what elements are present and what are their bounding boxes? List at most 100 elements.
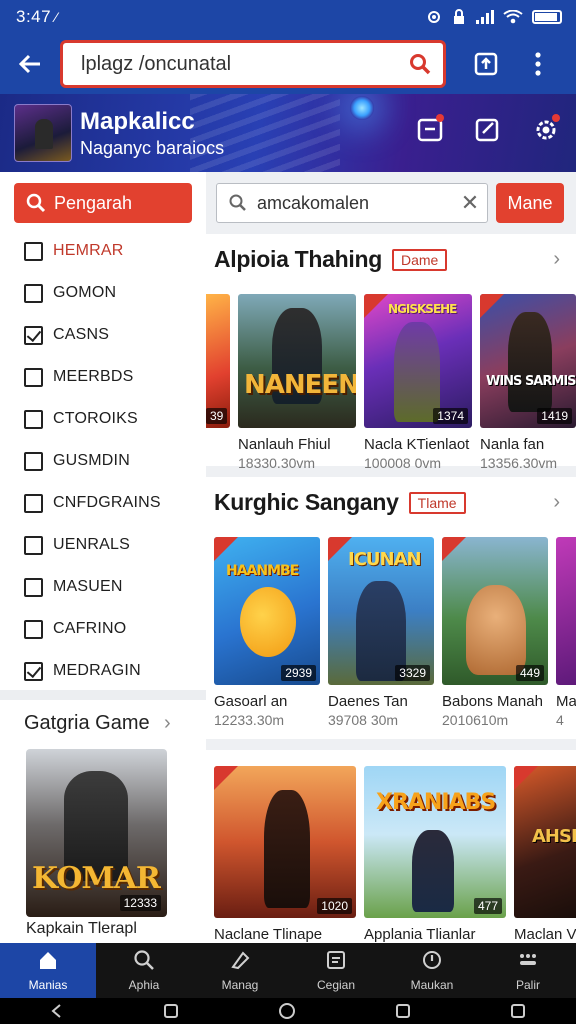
edit-button[interactable]	[468, 110, 508, 150]
game-logo: WINS SARMIS	[486, 374, 576, 389]
search-icon[interactable]	[409, 53, 431, 75]
card-meta: 2010610m	[442, 712, 509, 728]
filter-checkbox-item[interactable]: MEERBDS	[24, 356, 161, 398]
status-time-suffix: ⁄	[55, 9, 58, 25]
checkbox-label: MASUEN	[53, 578, 123, 595]
system-back-icon[interactable]	[50, 1003, 64, 1019]
notification-button[interactable]	[410, 110, 450, 150]
nav-item[interactable]: Manag	[192, 943, 288, 998]
character-figure	[240, 587, 296, 657]
nav-item[interactable]: Cegian	[288, 943, 384, 998]
more-menu-button[interactable]	[512, 34, 564, 94]
nav-item[interactable]: Palir	[480, 943, 576, 998]
game-card[interactable]: NANEEN Nanlauh Fhiul 18330.30vm	[238, 294, 356, 471]
section-tag[interactable]: Tlame	[408, 491, 466, 514]
nav-item[interactable]: Aphia	[96, 943, 192, 998]
filter-checkbox-item[interactable]: MASUEN	[24, 566, 161, 608]
filter-checkbox-item[interactable]: CASNS	[24, 314, 161, 356]
filter-checkbox-item[interactable]: HEMRAR	[24, 230, 161, 272]
filter-button-label: Pengarah	[54, 192, 133, 213]
back-button[interactable]	[0, 34, 60, 94]
checkbox-label: CAFRINO	[53, 620, 127, 637]
checkbox[interactable]	[24, 535, 43, 555]
game-card[interactable]: HAANMBE 2939 Gasoarl an 12233.30m	[214, 537, 320, 728]
card-meta: 39708 30m	[328, 712, 399, 728]
url-field[interactable]: lplagz /oncunatal	[60, 40, 446, 88]
clear-icon[interactable]: ✕	[453, 190, 487, 216]
card-meta: 100008 0vm	[364, 455, 442, 471]
hero-glow	[350, 96, 374, 120]
filter-checkbox-item[interactable]: CTOROIKS	[24, 398, 161, 440]
filter-checkbox-item[interactable]: UENRALS	[24, 524, 161, 566]
filter-checkbox-item[interactable]: MEDRAGIN	[24, 650, 161, 692]
card-badge: 12333	[119, 895, 161, 911]
filter-checkbox-item[interactable]: CAFRINO	[24, 608, 161, 650]
filter-checkbox-item[interactable]: GOMON	[24, 272, 161, 314]
system-square-icon[interactable]	[163, 1003, 179, 1019]
settings-dot	[552, 114, 560, 122]
game-card[interactable]: 1020 Naclane Tlinape	[214, 766, 356, 943]
chevron-right-icon[interactable]: ›	[164, 712, 171, 735]
chevron-right-icon[interactable]: ›	[553, 491, 560, 514]
hero-thumbnail[interactable]	[14, 104, 72, 162]
chevron-right-icon[interactable]: ›	[553, 248, 560, 271]
system-home-icon[interactable]	[278, 1002, 296, 1020]
main-content: amcakomalen ✕ Mane Alpioia Thahing Dame …	[206, 172, 576, 943]
filter-checkbox-list: HEMRAR GOMON CASNS MEERBDS CTOROIKS GUSMDIN CN…	[24, 230, 161, 692]
system-recents-icon[interactable]	[510, 1003, 526, 1019]
game-card[interactable]: AHSE Maclan V	[514, 766, 576, 943]
checkbox[interactable]	[24, 241, 43, 261]
game-card[interactable]: NGISKSEHE 1374 Nacla KTienlaot 100008 0v…	[364, 294, 472, 471]
filter-button[interactable]: Pengarah	[14, 183, 192, 223]
settings-button[interactable]	[526, 110, 566, 150]
system-square-icon[interactable]	[395, 1003, 411, 1019]
card-art: AHSE	[514, 766, 576, 918]
checkbox[interactable]	[24, 367, 43, 387]
checkbox[interactable]	[24, 283, 43, 303]
signal-icon	[476, 10, 494, 24]
card-art: NGISKSEHE 1374	[364, 294, 472, 428]
nav-item[interactable]: Maukan	[384, 943, 480, 998]
search-icon	[133, 949, 155, 974]
search-icon	[26, 193, 46, 213]
more-vertical-icon	[535, 52, 541, 76]
checkbox-checked[interactable]	[24, 325, 43, 345]
checkbox[interactable]	[24, 577, 43, 597]
bottom-navigation: Manias Aphia Manag Cegian Maukan Palir	[0, 943, 576, 998]
card-art: 449	[442, 537, 548, 685]
game-logo: NGISKSEHE	[388, 302, 457, 316]
game-card[interactable]: XRANIABS 477 Applania Tlianlar	[364, 766, 506, 943]
card-badge: 1374	[433, 408, 468, 424]
nav-item-label: Manias	[28, 978, 68, 992]
share-button[interactable]	[460, 34, 512, 94]
checkbox-checked[interactable]	[24, 661, 43, 681]
character-figure	[264, 790, 310, 908]
game-card[interactable]: Ma 4	[556, 537, 576, 728]
game-card[interactable]: 39	[206, 294, 230, 428]
checkbox[interactable]	[24, 409, 43, 429]
checkbox[interactable]	[24, 451, 43, 471]
game-card[interactable]: 449 Babons Manah 2010610m	[442, 537, 548, 728]
share-icon	[474, 52, 498, 76]
card-meta: 13356.30vm	[480, 455, 558, 471]
list-icon	[325, 949, 347, 974]
status-icons	[426, 9, 562, 25]
search-input[interactable]: amcakomalen ✕	[216, 183, 488, 223]
checkbox[interactable]	[24, 493, 43, 513]
search-button[interactable]: Mane	[496, 183, 564, 223]
game-card[interactable]: WINS SARMIS 1419 Nanla fan 13356.30vm	[480, 294, 576, 471]
category-card[interactable]: KOMAR 12333	[26, 749, 167, 917]
hero-title: Mapkalicc	[80, 107, 195, 135]
filter-checkbox-item[interactable]: CNFDGRAINS	[24, 482, 161, 524]
card-art: HAANMBE 2939	[214, 537, 320, 685]
hero-actions	[410, 110, 566, 150]
filter-checkbox-item[interactable]: GUSMDIN	[24, 440, 161, 482]
card-ribbon	[214, 766, 238, 790]
section-tag[interactable]: Dame	[392, 248, 448, 271]
edit-icon	[475, 118, 499, 142]
nav-item[interactable]: Manias	[0, 943, 96, 998]
card-title: Naclane Tlinape	[214, 926, 323, 943]
game-card[interactable]: ICUNAN 3329 Daenes Tan 39708 30m	[328, 537, 434, 728]
card-ribbon	[214, 537, 238, 561]
checkbox[interactable]	[24, 619, 43, 639]
